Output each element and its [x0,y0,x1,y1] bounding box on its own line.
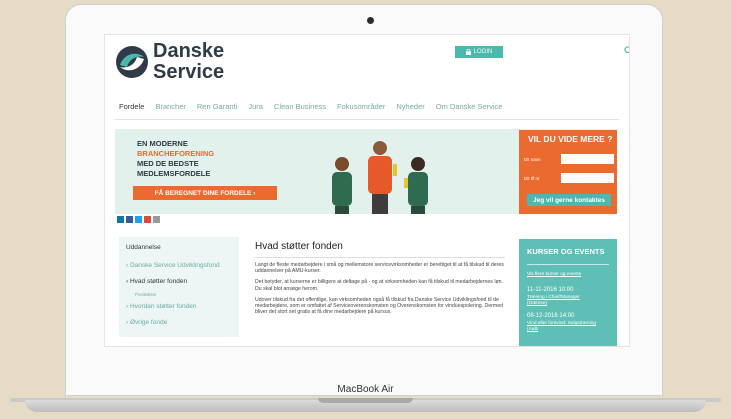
browser-screen: Danske Service LOGIN Fordele Brancher Re… [104,34,630,347]
article-paragraph-1: Langt de fleste medarbejdere i små og me… [255,262,504,275]
contact-me-button[interactable]: Jeg vil gerne kontaktes [527,194,611,206]
banner-line-2: BRANCHEFORENING [137,149,215,158]
logo-wordmark[interactable]: Danske Service [153,41,224,83]
workers-illustration [332,141,428,214]
event-2-date: 08-12-2016 14:00 [527,313,575,319]
banner-line-3: MED DE BEDSTE [137,159,199,168]
google-plus-icon[interactable] [144,216,151,223]
banner-line-1: EN MODERNE [137,139,188,148]
event-2-place[interactable]: (Aalb [527,327,538,332]
sidebar-subitem-positivliste[interactable]: Positivliste [135,292,156,297]
events-show-more-link[interactable]: Vis flere kurser og events [527,272,581,277]
twitter-icon[interactable] [135,216,142,223]
facebook-icon[interactable] [126,216,133,223]
logo-line-1: Danske [153,40,225,62]
nav-item-fordele[interactable]: Fordele [119,102,144,114]
lock-icon [465,49,471,55]
laptop-notch [318,398,413,403]
nav-item-jura[interactable]: Jura [248,102,263,114]
article-paragraph-3: Udover tilskud fra det offentlige, kan v… [255,296,503,316]
contact-form: VIL DU VIDE MERE ? Dit navn Dit tlf nr J… [519,130,617,214]
banner-line-4: MEDLEMSFORDELE [137,169,211,178]
danske-service-logo-icon [116,46,148,78]
nav-item-brancher[interactable]: Brancher [155,102,185,114]
event-2-title[interactable]: Vind eller forsvind: Salgstræning [527,321,596,326]
events-panel: KURSER OG EVENTS Vis flere kurser og eve… [519,239,617,346]
event-1-place[interactable]: (Odense) [527,301,547,306]
article-divider [255,257,505,258]
sidebar-item-hvordan-stotter[interactable]: › Hvordan støtter fonden [126,303,196,310]
article-content: Hvad støtter fonden Langt de fleste meda… [255,241,505,320]
login-button[interactable]: LOGIN [455,46,503,58]
search-icon[interactable] [624,46,630,55]
nav-item-ren-garanti[interactable]: Ren Garanti [197,102,237,114]
phone-label: Dit tlf nr [524,176,540,181]
sidebar-item-hvad-stotter[interactable]: › Hvad støtter fonden [126,278,187,285]
contact-title: VIL DU VIDE MERE ? [528,134,613,144]
event-1-date: 11-11-2016 10:00 [527,287,574,293]
sidebar-menu: Uddannelse › Danske Service Udviklingsfo… [119,237,239,337]
events-title: KURSER OG EVENTS [527,247,605,256]
nav-item-nyheder[interactable]: Nyheder [396,102,424,114]
login-label: LOGIN [473,49,493,55]
event-1-title[interactable]: Træning i Chief/Manager [527,295,580,300]
sidebar-item-ovrige-fonde[interactable]: › Øvrige fonde [126,319,167,326]
nav-divider [115,119,619,120]
name-label: Dit navn [524,157,541,162]
sidebar-title: Uddannelse [126,244,161,251]
nav-item-fokusomraader[interactable]: Fokusområder [337,102,385,114]
social-share-bar [117,216,160,223]
phone-input[interactable] [561,173,614,183]
main-nav: Fordele Brancher Ren Garanti Jura Clean … [119,102,619,114]
hero-banner: EN MODERNE BRANCHEFORENING MED DE BEDSTE… [115,129,617,214]
sidebar-item-udviklingsfond[interactable]: › Danske Service Udviklingsfond [126,262,220,269]
logo-line-2: Service [153,61,225,83]
article-paragraph-2: Det betyder, at kurserne er billigere at… [255,279,503,292]
nav-item-om-danske-service[interactable]: Om Danske Service [436,102,503,114]
events-divider [527,264,609,265]
name-input[interactable] [561,154,614,164]
calculate-benefits-button[interactable]: FÅ BEREGNET DINE FORDELE › [133,186,277,200]
article-title: Hvad støtter fonden [255,241,343,252]
device-label: MacBook Air [337,384,394,395]
linkedin-icon[interactable] [117,216,124,223]
banner-headline: EN MODERNE BRANCHEFORENING MED DE BEDSTE… [137,139,214,179]
camera-dot [367,17,374,24]
email-icon[interactable] [153,216,160,223]
nav-item-clean-business[interactable]: Clean Business [274,102,326,114]
